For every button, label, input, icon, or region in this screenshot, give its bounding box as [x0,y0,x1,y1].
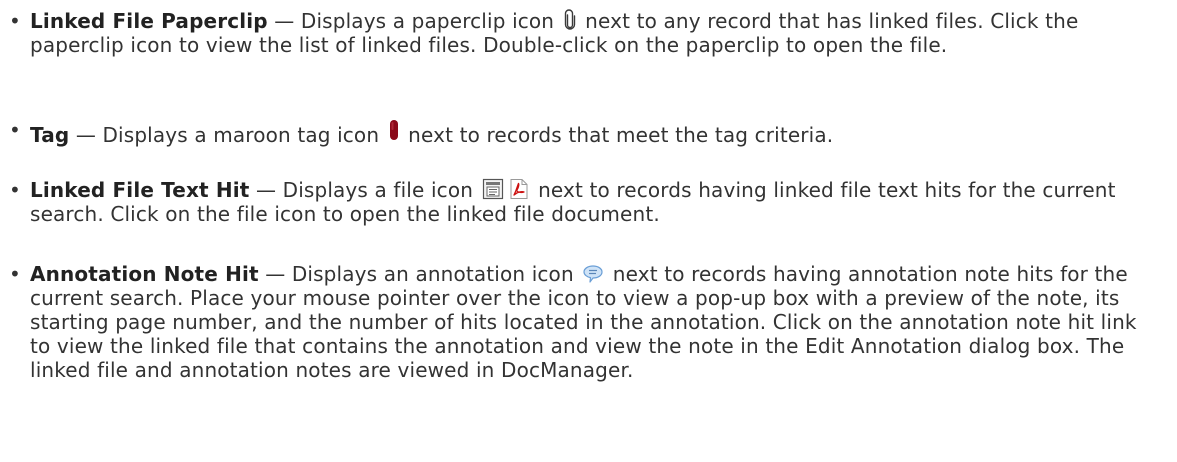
item-description: Linked File Text Hit — Displays a file i… [30,178,1160,226]
item-description: Annotation Note Hit — Displays an annota… [30,262,1160,382]
bullet: • [9,118,21,142]
help-document: • Linked File Paperclip — Displays a pap… [0,0,1177,462]
bullet: • [9,178,21,202]
item-text-before-icon: — Displays a file icon [249,178,480,202]
item-text-before-icon: — Displays a paperclip icon [267,9,561,33]
paperclip-icon [563,9,577,31]
item-text-before-icon: — Displays a maroon tag icon [69,123,386,147]
item-description: Tag — Displays a maroon tag icon next to… [30,118,1160,147]
item-term: Linked File Text Hit [30,178,250,202]
file-icon [482,178,504,200]
list-item-linked-file-text-hit: • Linked File Text Hit — Displays a file… [0,178,1170,226]
list-item-annotation-note-hit: • Annotation Note Hit — Displays an anno… [0,262,1170,382]
pdf-file-icon [508,178,530,200]
bullet: • [9,9,21,33]
list-item-tag: • Tag — Displays a maroon tag icon next … [0,118,1170,147]
item-description: Linked File Paperclip — Displays a paper… [30,9,1160,57]
list-item-linked-file-paperclip: • Linked File Paperclip — Displays a pap… [0,9,1170,57]
maroon-tag-icon [388,118,400,142]
item-text-after-icon: next to records that meet the tag criter… [401,123,834,147]
annotation-icon [582,264,604,284]
item-term: Annotation Note Hit [30,262,259,286]
item-term: Tag [30,123,70,147]
item-term: Linked File Paperclip [30,9,268,33]
bullet: • [9,262,21,286]
item-text-before-icon: — Displays an annotation icon [258,262,581,286]
